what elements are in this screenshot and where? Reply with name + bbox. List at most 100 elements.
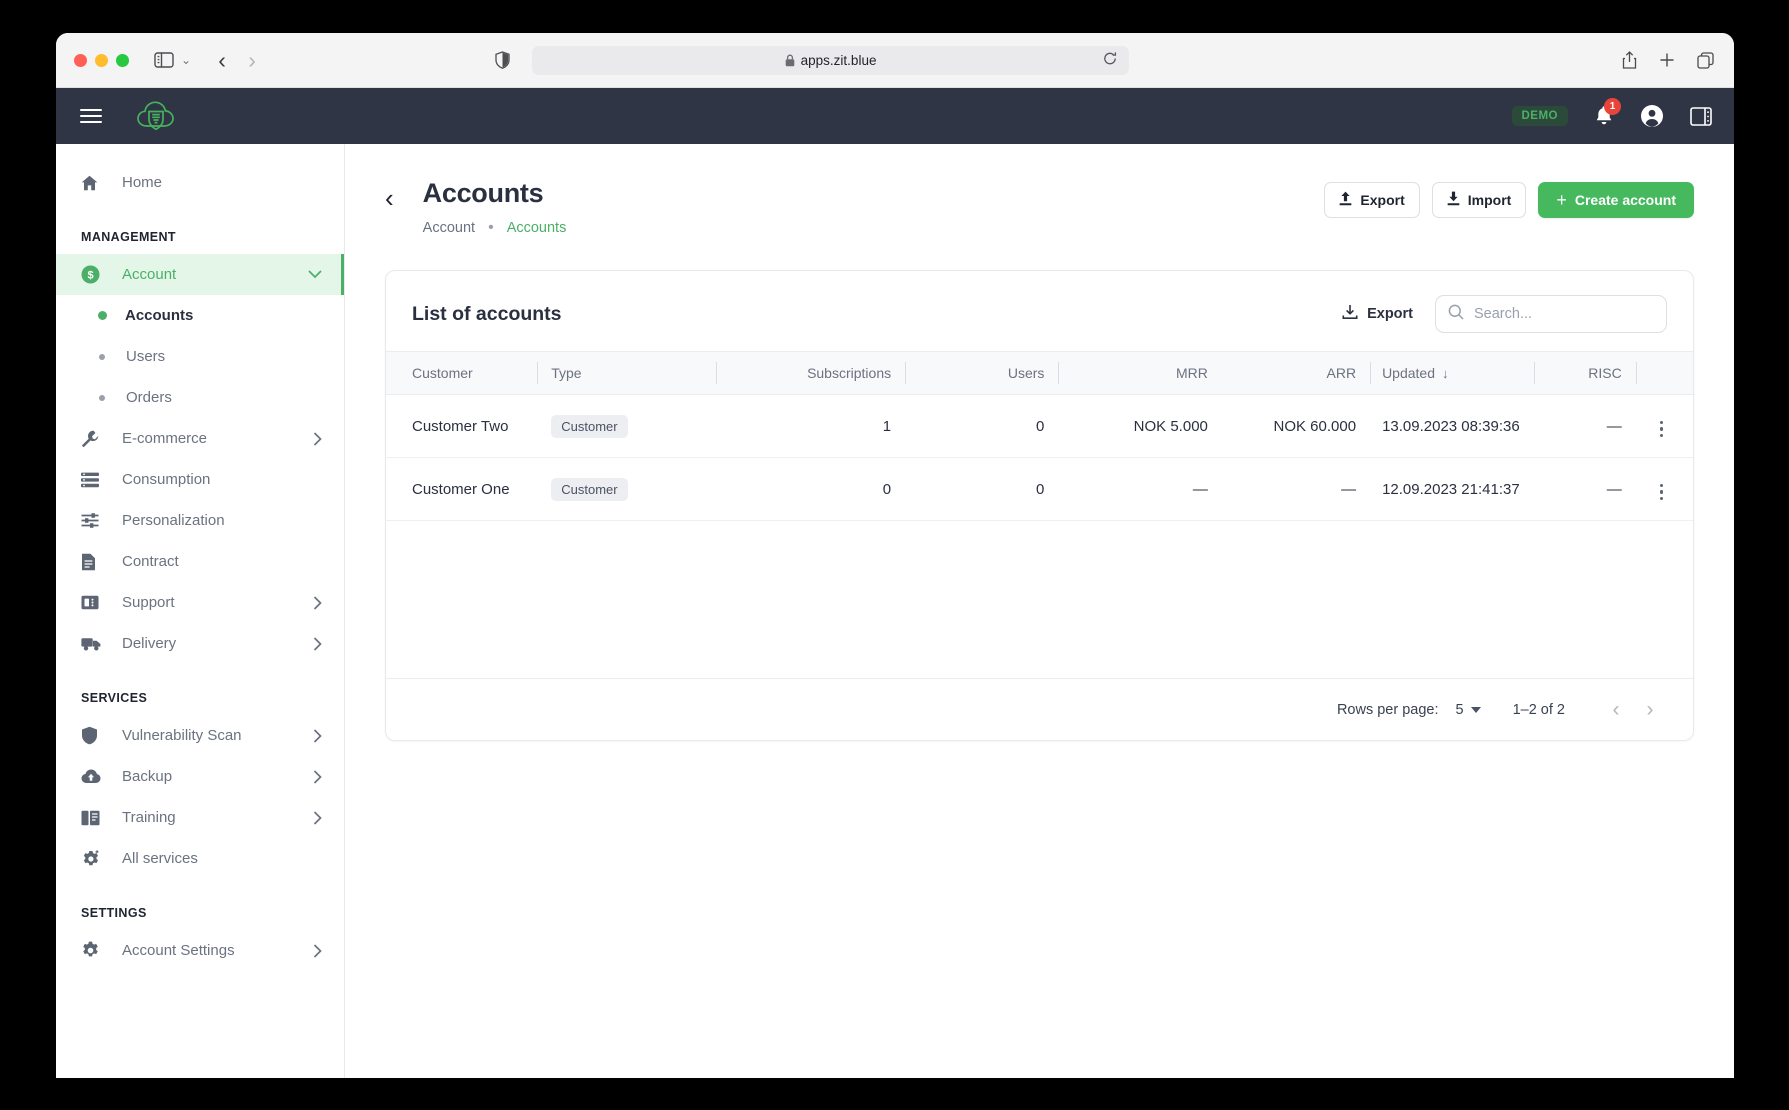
kebab-menu-icon[interactable] [1656,480,1668,505]
new-tab-plus-icon[interactable] [1659,52,1675,68]
breadcrumb-current[interactable]: Accounts [507,220,567,236]
back-button[interactable]: ‹ [385,185,394,211]
cell-subscriptions: 0 [716,457,906,521]
cell-updated: 13.09.2023 08:39:36 [1370,394,1534,458]
column-header-customer[interactable]: Customer [386,351,538,395]
export-button[interactable]: Export [1324,182,1420,218]
sidebar-item-label: Users [126,348,166,365]
gear-icon [81,941,105,960]
privacy-shield-icon[interactable] [495,51,510,69]
sidebar-item-label: Contract [122,553,179,570]
column-header-mrr[interactable]: MRR [1058,351,1222,395]
import-button-label: Import [1467,192,1512,208]
create-account-button[interactable]: + Create account [1538,182,1694,218]
accounts-table: Customer Type Subscriptions Users MRR AR… [386,351,1693,521]
sidebar-item-personalization[interactable]: Personalization [56,500,344,541]
sidebar-item-e-commerce[interactable]: E-commerce [56,418,344,459]
chevron-down-icon [1470,706,1481,713]
reload-icon[interactable] [1103,52,1117,69]
sidebar-item-home[interactable]: Home [56,162,344,203]
chevron-right-icon [313,636,322,651]
sidebar: Home MANAGEMENT $ Account Accounts Users… [56,144,345,1078]
cell-customer: Customer One [386,457,538,521]
right-panel-icon[interactable] [1690,106,1712,126]
sidebar-item-label: Account [122,266,177,283]
cloud-shield-logo-icon[interactable] [136,98,176,134]
sidebar-item-delivery[interactable]: Delivery [56,623,344,664]
truck-icon [81,636,105,651]
column-header-arr[interactable]: ARR [1221,351,1371,395]
cloud-upload-icon [81,769,105,784]
breadcrumb-parent[interactable]: Account [423,220,475,236]
browser-forward-button[interactable]: › [237,47,267,74]
column-header-risc[interactable]: RISC [1533,351,1636,395]
cell-subscriptions: 1 [716,394,906,458]
sidebar-item-all-services[interactable]: All services [56,838,344,879]
cell-type: Customer [537,394,717,458]
sidebar-item-training[interactable]: Training [56,797,344,838]
pagination-prev-button[interactable]: ‹ [1599,693,1633,727]
cell-updated: 12.09.2023 21:41:37 [1370,457,1534,521]
import-button[interactable]: Import [1431,182,1527,218]
rows-per-page-select[interactable]: 5 [1456,702,1481,718]
search-box[interactable] [1435,295,1667,333]
table-header: Customer Type Subscriptions Users MRR AR… [386,351,1693,395]
sidebar-toggle-icon[interactable] [151,49,177,71]
sidebar-item-orders[interactable]: Orders [56,377,344,418]
sidebar-item-users[interactable]: Users [56,336,344,377]
accounts-card: List of accounts Export Search... Custom… [385,270,1694,741]
sidebar-item-accounts[interactable]: Accounts [56,295,344,336]
tabs-overview-icon[interactable] [1697,51,1714,69]
column-header-updated[interactable]: Updated ↓ [1370,351,1534,395]
table-export-button[interactable]: Export [1342,304,1413,324]
app-header: DEMO 1 [56,88,1734,144]
sidebar-item-consumption[interactable]: Consumption [56,459,344,500]
sidebar-item-account-settings[interactable]: Account Settings [56,930,344,971]
column-header-subscriptions[interactable]: Subscriptions [716,351,906,395]
cell-customer: Customer Two [386,394,538,458]
browser-toolbar: ⌄ ‹ › apps.zit.blue [56,33,1734,88]
browser-back-button[interactable]: ‹ [207,47,237,74]
address-bar[interactable]: apps.zit.blue [532,45,1130,75]
search-input[interactable] [1474,306,1654,322]
minimize-window-button[interactable] [95,53,108,67]
column-header-users[interactable]: Users [905,351,1059,395]
notifications-button[interactable]: 1 [1594,98,1621,127]
sidebar-item-support[interactable]: Support [56,582,344,623]
kebab-menu-icon[interactable] [1656,417,1668,442]
home-icon [81,175,105,191]
sidebar-dropdown-chevron-icon[interactable]: ⌄ [181,53,191,67]
table-row[interactable]: Customer One Customer 0 0 — — 12.09.2023… [386,457,1693,521]
url-text: apps.zit.blue [800,52,877,68]
chevron-right-icon [313,943,322,958]
type-badge: Customer [551,414,628,438]
type-badge: Customer [551,477,628,501]
table-body: Customer Two Customer 1 0 NOK 5.000 NOK … [386,394,1693,521]
sidebar-item-backup[interactable]: Backup [56,756,344,797]
bullet-icon [99,394,105,401]
hamburger-menu-icon[interactable] [80,109,102,123]
breadcrumb-separator: • [488,219,494,236]
notification-count-badge: 1 [1604,98,1621,115]
account-circle-icon[interactable] [1640,104,1664,128]
pagination-next-button[interactable]: › [1633,693,1667,727]
cell-actions [1635,394,1693,458]
cell-arr: — [1221,457,1371,521]
share-icon[interactable] [1622,51,1637,69]
wrench-icon [81,430,105,448]
rows-per-page-label: Rows per page: [1336,701,1439,718]
sidebar-item-contract[interactable]: Contract [56,541,344,582]
column-header-type[interactable]: Type [537,351,717,395]
close-window-button[interactable] [74,53,87,67]
sidebar-item-vulnerability-scan[interactable]: Vulnerability Scan [56,715,344,756]
maximize-window-button[interactable] [116,53,129,67]
sort-desc-icon: ↓ [1442,366,1449,381]
pagination-range: 1–2 of 2 [1512,701,1565,718]
sidebar-item-account[interactable]: $ Account [56,254,344,295]
page-actions: Export Import + Create account [1324,182,1694,218]
sidebar-item-label: E-commerce [122,430,208,447]
sidebar-item-label: Support [122,594,175,611]
table-row[interactable]: Customer Two Customer 1 0 NOK 5.000 NOK … [386,394,1693,458]
cell-users: 0 [905,457,1059,521]
sliders-icon [81,512,105,529]
